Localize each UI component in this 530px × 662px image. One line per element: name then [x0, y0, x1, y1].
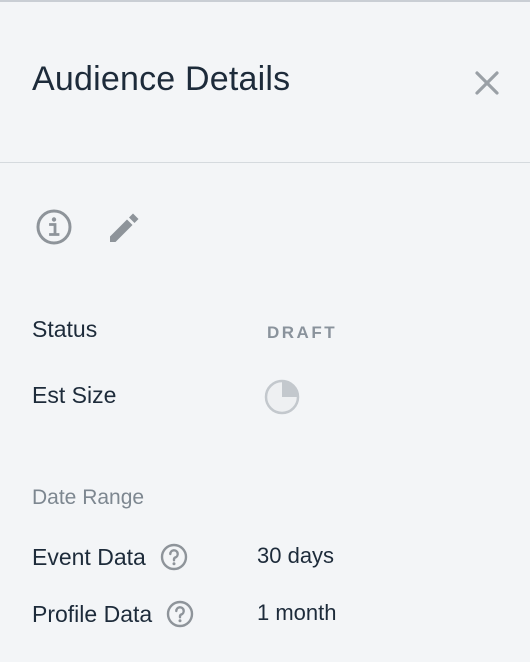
close-button[interactable]	[472, 68, 502, 98]
action-toolbar	[34, 207, 144, 247]
event-data-row: Event Data	[32, 543, 188, 571]
profile-data-help-button[interactable]	[166, 600, 194, 628]
est-size-row: Est Size	[32, 382, 116, 409]
page-title: Audience Details	[32, 60, 291, 98]
status-row: Status	[32, 316, 97, 343]
status-badge: DRAFT	[267, 323, 338, 342]
close-icon	[475, 71, 499, 95]
audience-details-panel: Audience Details Status DRAFT Est Size D…	[0, 0, 530, 662]
question-circle-icon	[166, 600, 194, 628]
question-circle-icon	[160, 543, 187, 571]
event-data-label: Event Data	[32, 543, 146, 570]
info-icon	[36, 209, 72, 245]
pencil-icon	[110, 213, 139, 242]
profile-data-value: 1 month	[257, 600, 337, 625]
pie-chart-icon	[264, 379, 300, 415]
panel-header: Audience Details	[0, 2, 530, 163]
profile-data-row: Profile Data	[32, 600, 194, 628]
edit-button[interactable]	[104, 207, 144, 247]
est-size-label: Est Size	[32, 382, 117, 408]
date-range-heading: Date Range	[32, 486, 145, 509]
info-button[interactable]	[34, 207, 74, 247]
est-size-value	[263, 378, 301, 422]
event-data-help-button[interactable]	[160, 543, 188, 571]
status-label: Status	[32, 316, 98, 342]
profile-data-label: Profile Data	[32, 600, 153, 627]
event-data-value: 30 days	[257, 543, 335, 568]
